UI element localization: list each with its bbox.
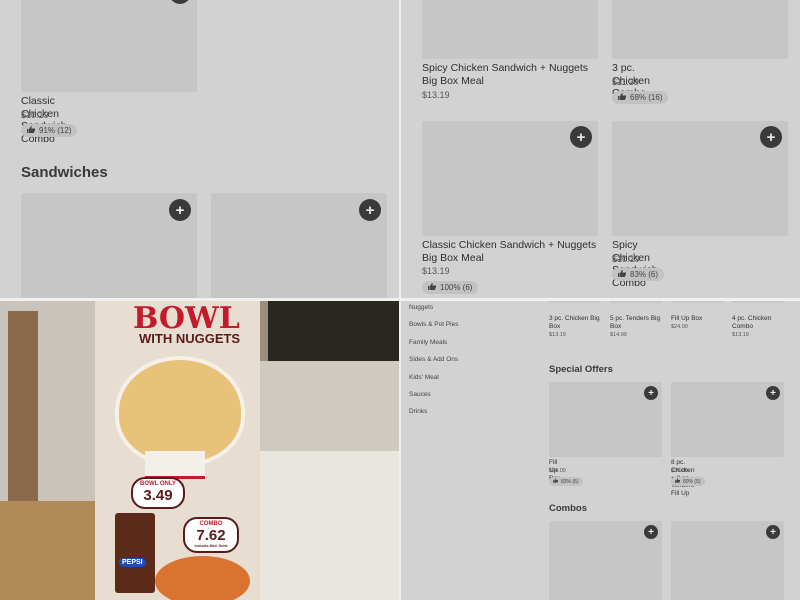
rating-text: 83% (6) bbox=[561, 478, 579, 485]
item-name: Classic Chicken Sandwich + Nuggets Big B… bbox=[422, 239, 597, 264]
window bbox=[268, 301, 399, 363]
banner-subtitle: WITH NUGGETS bbox=[139, 331, 241, 346]
price-tag-value: 7.62 bbox=[196, 527, 226, 544]
item-price: $36.00 bbox=[671, 468, 688, 474]
promo-photo: BOWL WITH NUGGETS BOWL ONLY 3.49 COMBO 7… bbox=[0, 301, 399, 600]
item-price: $11.39 bbox=[612, 77, 639, 87]
item-price: $14.99 bbox=[610, 332, 627, 338]
bowl-base bbox=[145, 451, 205, 479]
rating-text: 91% (12) bbox=[39, 126, 72, 135]
add-item-button[interactable]: + bbox=[359, 199, 381, 221]
rating-text: 80% (5) bbox=[683, 478, 701, 485]
add-item-button[interactable]: + bbox=[169, 199, 191, 221]
sidebar-item-family-meals[interactable]: Family Meals bbox=[409, 339, 447, 346]
food-bowl-image bbox=[115, 356, 245, 466]
item-price: $10.19 bbox=[612, 254, 640, 264]
rating-badge: 91% (12) bbox=[21, 124, 78, 137]
item-name: Spicy Chicken Sandwich Combo bbox=[612, 239, 658, 289]
rating-badge: 68% (16) bbox=[612, 91, 669, 104]
add-item-button[interactable]: + bbox=[644, 525, 658, 539]
plus-icon: + bbox=[175, 201, 185, 219]
rating-badge: 83% (6) bbox=[549, 477, 583, 486]
menu-panel-bottom-right: Nuggets Bowls & Pot Pies Family Meals Si… bbox=[401, 301, 800, 600]
thumbs-up-icon bbox=[618, 270, 626, 279]
item-image[interactable] bbox=[610, 301, 662, 303]
promo-banner: BOWL WITH NUGGETS BOWL ONLY 3.49 COMBO 7… bbox=[95, 301, 260, 600]
item-price: $10.19 bbox=[21, 110, 49, 120]
plus-icon: + bbox=[176, 0, 185, 2]
item-image[interactable] bbox=[671, 301, 723, 303]
wainscot-panel bbox=[260, 451, 399, 600]
wall bbox=[260, 361, 399, 456]
rating-text: 83% (6) bbox=[630, 270, 659, 279]
add-item-button[interactable]: + bbox=[644, 386, 658, 400]
item-name: 3 pc. Chicken Big Box bbox=[549, 315, 600, 330]
item-name: 5 pc. Tenders Big Box bbox=[610, 315, 661, 330]
pepsi-logo: PEPSI bbox=[119, 558, 146, 567]
sidebar-item-nuggets[interactable]: Nuggets bbox=[409, 304, 433, 311]
plus-icon: + bbox=[766, 128, 776, 146]
food-bowl-image bbox=[155, 556, 250, 600]
plus-icon: + bbox=[648, 526, 654, 538]
item-image[interactable] bbox=[21, 0, 197, 92]
plus-icon: + bbox=[365, 201, 375, 219]
drink-cup-image bbox=[115, 513, 155, 593]
item-price: $13.19 bbox=[732, 332, 749, 338]
item-name: Spicy Chicken Sandwich + Nuggets Big Box… bbox=[422, 62, 589, 87]
rating-badge: 83% (6) bbox=[612, 268, 665, 281]
sidebar-item-bowls-pot-pies[interactable]: Bowls & Pot Pies bbox=[409, 321, 459, 328]
price-tag-value: 3.49 bbox=[143, 487, 173, 504]
plus-icon: + bbox=[648, 387, 654, 399]
item-name: Fill Up Box bbox=[671, 315, 703, 322]
thumbs-up-icon bbox=[553, 478, 558, 485]
section-title-special-offers: Special Offers bbox=[549, 364, 613, 375]
sidebar-item-kids-meal[interactable]: Kids' Meal bbox=[409, 374, 439, 381]
item-name: Classic Chicken Sandwich Combo bbox=[21, 95, 67, 145]
item-name: 4 pc. Chicken Combo bbox=[732, 315, 772, 330]
item-image[interactable] bbox=[549, 301, 601, 303]
rating-text: 68% (16) bbox=[630, 93, 663, 102]
thumbs-up-icon bbox=[27, 126, 35, 135]
thumbs-up-icon bbox=[428, 283, 436, 292]
section-title-combos: Combos bbox=[549, 503, 587, 514]
plus-icon: + bbox=[770, 387, 776, 399]
price-tag-note: Includes Med. Drink bbox=[194, 544, 228, 548]
sidebar-item-drinks[interactable]: Drinks bbox=[409, 408, 427, 415]
add-item-button[interactable]: + bbox=[766, 386, 780, 400]
item-price: $13.19 bbox=[549, 332, 566, 338]
rating-badge: 100% (6) bbox=[422, 281, 479, 294]
add-item-button[interactable]: + bbox=[760, 126, 782, 148]
price-tag-bowl: BOWL ONLY 3.49 bbox=[131, 477, 185, 509]
item-price: $24.00 bbox=[671, 324, 688, 330]
section-title-sandwiches: Sandwiches bbox=[21, 164, 108, 181]
add-item-button[interactable]: + bbox=[570, 126, 592, 148]
plus-icon: + bbox=[576, 128, 586, 146]
sidebar-item-sides-add-ons[interactable]: Sides & Add Ons bbox=[409, 356, 458, 363]
rating-text: 100% (6) bbox=[440, 283, 473, 292]
rating-badge: 80% (5) bbox=[671, 477, 705, 486]
item-price: $24.00 bbox=[549, 468, 566, 474]
item-price: $13.19 bbox=[422, 90, 450, 100]
price-tag-combo: COMBO 7.62 Includes Med. Drink bbox=[183, 517, 239, 553]
add-item-button[interactable]: + bbox=[766, 525, 780, 539]
sidebar-item-sauces[interactable]: Sauces bbox=[409, 391, 431, 398]
plus-icon: + bbox=[770, 526, 776, 538]
item-image[interactable] bbox=[422, 0, 598, 59]
item-price: $13.19 bbox=[422, 266, 450, 276]
item-image[interactable] bbox=[732, 301, 784, 303]
divider bbox=[399, 0, 401, 600]
menu-panel-top-left: + Classic Chicken Sandwich Combo $10.19 … bbox=[0, 0, 399, 298]
thumbs-up-icon bbox=[675, 478, 680, 485]
thumbs-up-icon bbox=[618, 93, 626, 102]
menu-panel-top-right: Spicy Chicken Sandwich + Nuggets Big Box… bbox=[401, 0, 800, 298]
item-image[interactable] bbox=[612, 0, 788, 59]
